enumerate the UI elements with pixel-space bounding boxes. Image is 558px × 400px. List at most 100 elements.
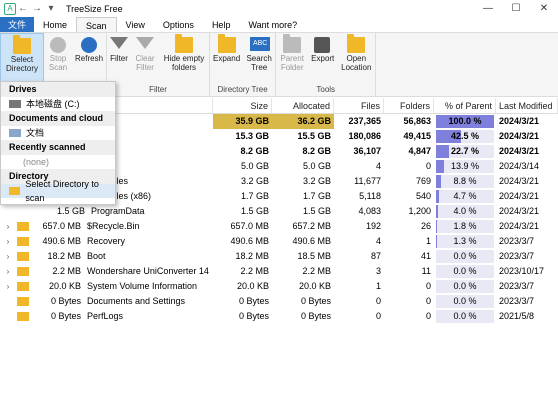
stop-scan-button[interactable]: Stop Scan [44, 33, 72, 84]
close-button[interactable]: ✕ [530, 3, 558, 14]
open-folder-icon [347, 34, 366, 53]
size-cell: 20.0 KB [236, 281, 269, 291]
folders-cell: 0 [425, 161, 431, 171]
expand-icon [217, 34, 236, 53]
size-cell: 3.2 GB [240, 176, 269, 186]
expand-chevron-icon[interactable]: › [3, 264, 13, 279]
table-row[interactable]: › 20.0 KB System Volume Information 20.0 KB… [0, 279, 558, 294]
documents-item-label: 文档 [26, 128, 45, 138]
expand-chevron-icon[interactable]: › [3, 279, 13, 294]
drive-item-c[interactable]: 本地磁盘 (C:) [1, 97, 115, 111]
col-allocated[interactable]: Allocated [272, 98, 334, 113]
stop-scan-label: Stop Scan [48, 54, 68, 72]
refresh-button[interactable]: Refresh [72, 33, 106, 84]
percent-bar: 13.9 % [436, 160, 494, 173]
select-directory-to-scan-item[interactable]: Select Directory to scan [1, 179, 115, 203]
percent-bar: 4.7 % [436, 190, 494, 203]
percent-cell: 22.7 % [434, 144, 496, 159]
table-row[interactable]: 1.5 GB ProgramData 1.5 GB 1.5 GB 4,083 1,200 4… [0, 204, 558, 219]
folder-size-text: 1.5 GB [56, 206, 85, 216]
col-folders[interactable]: Folders [384, 98, 434, 113]
minimize-button[interactable]: — [474, 3, 502, 14]
forward-arrow-icon[interactable]: → [30, 3, 44, 14]
folder-name: Wondershare UniConverter 14 [87, 266, 209, 276]
files-cell: 192 [365, 221, 381, 231]
allocated-cell: 5.0 GB [302, 161, 331, 171]
folder-size-text: 20.0 KB [48, 281, 81, 291]
col-files[interactable]: Files [334, 98, 384, 113]
allocated-cell: 15.5 GB [297, 131, 331, 141]
size-cell: 5.0 GB [240, 161, 269, 171]
name-cell: 1.5 GB ProgramData [0, 204, 213, 219]
allocated-cell: 3.2 GB [302, 176, 331, 186]
hide-empty-folders-button[interactable]: Hide empty folders [159, 33, 209, 84]
filter-button[interactable]: Filter [107, 33, 131, 84]
directory-tree-group: Expand ABC Search Tree Directory Tree [210, 33, 277, 96]
folder-icon [13, 35, 31, 54]
open-location-button[interactable]: Open Location [337, 33, 375, 84]
refresh-label: Refresh [75, 54, 104, 63]
percent-text: 13.9 % [450, 161, 480, 171]
directory-tree-group-label: Directory Tree [217, 85, 268, 94]
percent-bar: 0.0 % [436, 310, 494, 323]
tab-want-more[interactable]: Want more? [239, 17, 306, 32]
folder-icon [17, 267, 29, 276]
select-directory-button[interactable]: Select Directory [0, 33, 44, 84]
quick-access-dropdown-icon[interactable]: ▾ [44, 3, 58, 14]
allocated-cell: 18.5 MB [297, 251, 331, 261]
percent-text: 0.0 % [453, 311, 477, 321]
folder-name: Boot [87, 251, 106, 261]
folder-icon [17, 252, 29, 261]
table-row[interactable]: › 18.2 MB Boot 18.2 MB 18.5 MB 87 41 0.0 % 2023/… [0, 249, 558, 264]
maximize-button[interactable]: ☐ [502, 3, 530, 14]
folders-cell: 49,415 [403, 131, 431, 141]
name-cell: › 20.0 KB System Volume Information [0, 279, 213, 294]
folders-cell: 0 [425, 296, 431, 306]
expand-chevron-icon[interactable]: › [3, 249, 13, 264]
allocated-cell: 20.0 KB [298, 281, 331, 291]
tab-options[interactable]: Options [154, 17, 203, 32]
last-modified-cell: 2023/3/7 [499, 236, 535, 246]
documents-item[interactable]: 文档 [1, 126, 115, 140]
drives-header: Drives [1, 82, 115, 97]
percent-text: 8.8 % [453, 176, 477, 186]
last-modified-cell: 2024/3/21 [499, 146, 540, 156]
tab-view[interactable]: View [117, 17, 154, 32]
table-row[interactable]: 0 Bytes Documents and Settings 0 Bytes 0 By… [0, 294, 558, 309]
col-last-modified[interactable]: Last Modified [496, 98, 558, 113]
col-percent[interactable]: % of Parent (...) [434, 98, 496, 127]
table-row[interactable]: › 490.6 MB Recovery 490.6 MB 490.6 MB 4 1 1.3 %… [0, 234, 558, 249]
allocated-cell: 36.2 GB [272, 114, 334, 129]
percent-cell: 1.8 % [434, 219, 496, 234]
window-title: TreeSize Free [66, 3, 123, 14]
table-row[interactable]: › 2.2 MB Wondershare UniConverter 14 2.2 MB… [0, 264, 558, 279]
menu-bar: 文件 Home Scan View Options Help Want more… [0, 17, 558, 33]
table-row[interactable]: › 657.0 MB $Recycle.Bin 657.0 MB 657.2 MB 192… [0, 219, 558, 234]
percent-bar: 0.0 % [436, 265, 494, 278]
size-cell: 1.7 GB [240, 191, 269, 201]
tab-scan[interactable]: Scan [76, 17, 117, 32]
name-cell: › 657.0 MB $Recycle.Bin [0, 219, 213, 234]
expand-chevron-icon[interactable]: › [3, 219, 13, 234]
tab-home[interactable]: Home [34, 17, 76, 32]
clear-filter-label: Clear Filter [135, 54, 155, 72]
search-tree-button[interactable]: ABC Search Tree [243, 33, 275, 84]
back-arrow-icon[interactable]: ← [16, 3, 30, 14]
folders-cell: 1 [425, 236, 431, 246]
table-row[interactable]: 0 Bytes PerfLogs 0 Bytes 0 Bytes 0 0 0.0 % 2021… [0, 309, 558, 324]
size-cell: 0 Bytes [238, 296, 269, 306]
percent-cell: 0.0 % [434, 294, 496, 309]
clear-filter-button[interactable]: Clear Filter [131, 33, 159, 84]
export-button[interactable]: Export [308, 33, 337, 84]
folder-icon [17, 297, 29, 306]
files-cell: 36,107 [353, 146, 381, 156]
col-size[interactable]: Size [213, 98, 272, 113]
expand-button[interactable]: Expand [210, 33, 243, 84]
parent-folder-button[interactable]: Parent Folder [276, 33, 308, 84]
menu-file[interactable]: 文件 [0, 17, 35, 32]
expand-chevron-icon[interactable]: › [3, 234, 13, 249]
folders-cell: 1,200 [408, 206, 431, 216]
folder-icon [17, 237, 29, 246]
tab-help[interactable]: Help [203, 17, 240, 32]
drive-item-label: 本地磁盘 (C:) [26, 99, 80, 109]
